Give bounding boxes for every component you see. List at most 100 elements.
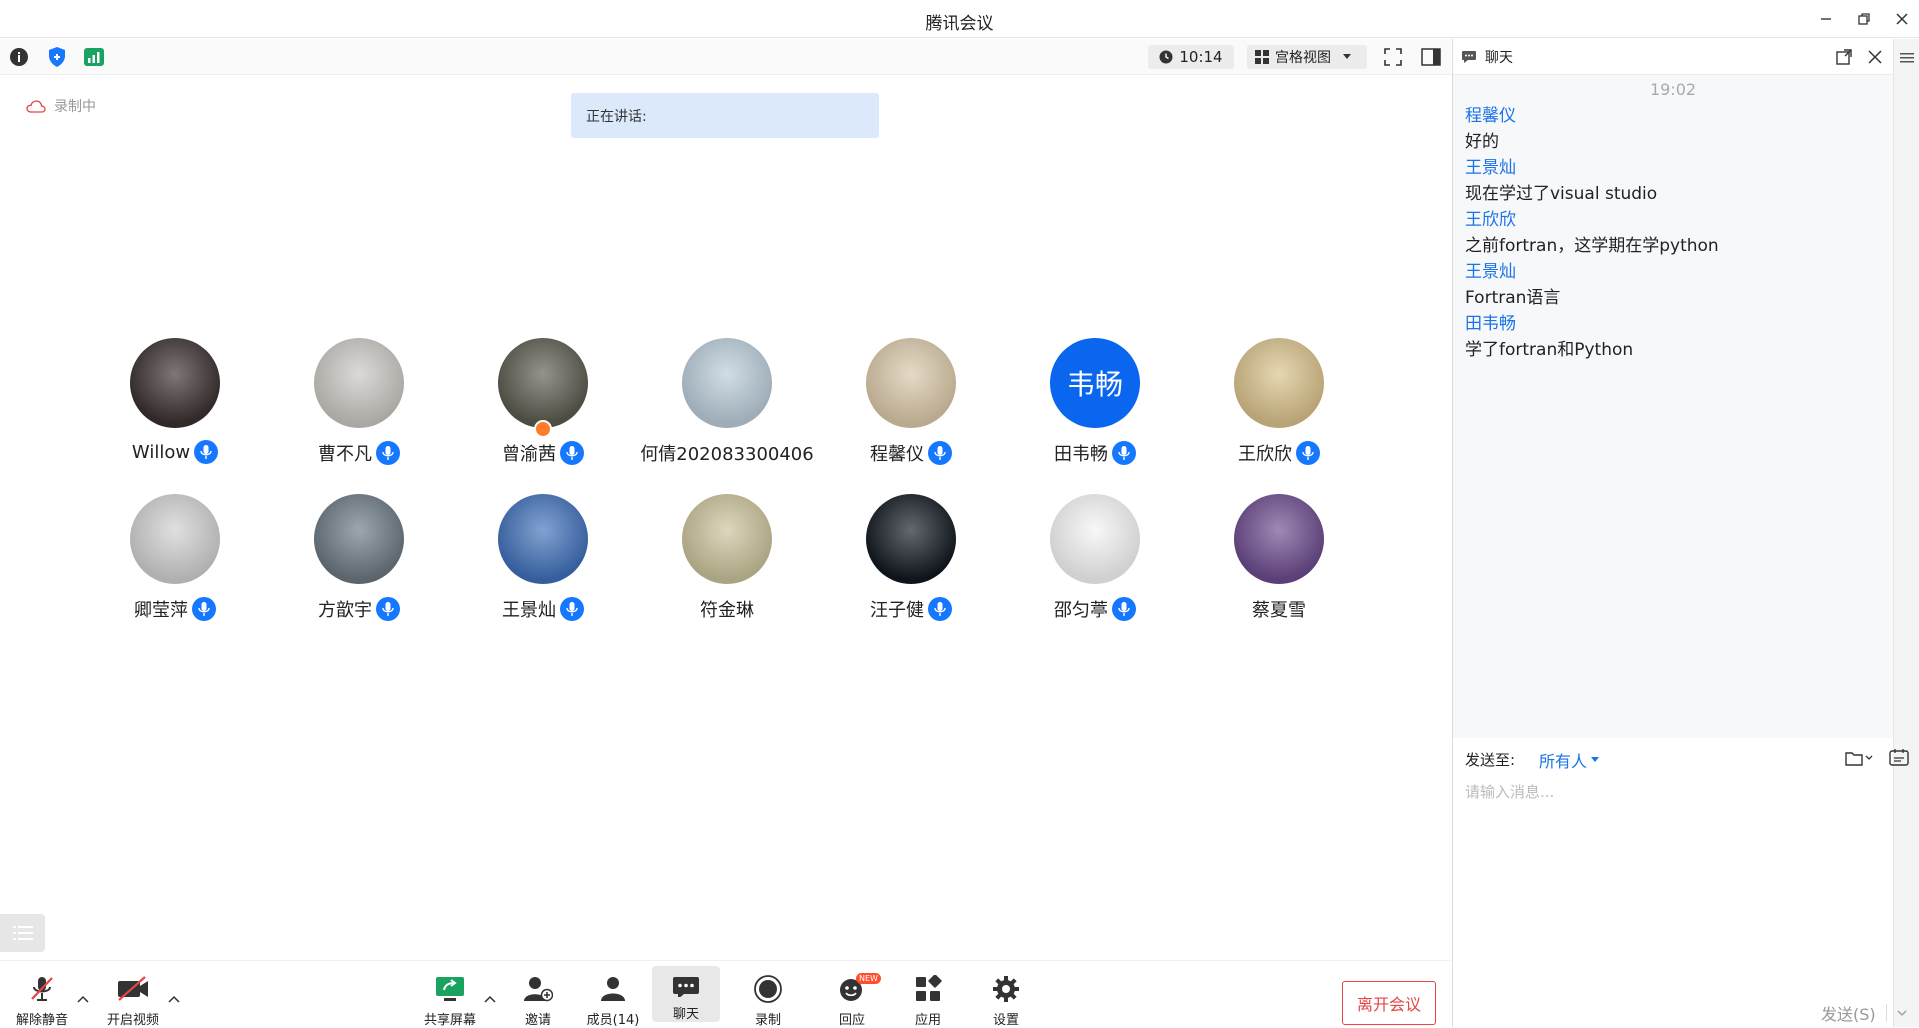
participant-tile[interactable]: 韦畅 田韦畅: [1015, 338, 1175, 466]
avatar-image: [498, 338, 588, 428]
participant-tile[interactable]: 程馨仪: [831, 338, 991, 466]
clock-icon: [1159, 50, 1173, 64]
message-sender[interactable]: 王景灿: [1465, 257, 1516, 282]
panel-menu-button[interactable]: [1900, 49, 1914, 68]
message-text: 好的: [1465, 132, 1499, 152]
leave-meeting-button[interactable]: 离开会议: [1342, 981, 1436, 1025]
toggle-sidebar-button[interactable]: [1420, 46, 1442, 68]
network-status-button[interactable]: [83, 46, 105, 68]
participant-tile[interactable]: 汪子健: [831, 494, 991, 622]
avatar-image: [130, 494, 220, 584]
minimize-button[interactable]: [1812, 6, 1840, 32]
avatar: [498, 494, 588, 584]
participant-name-row: Willow: [95, 440, 255, 464]
meeting-timer[interactable]: 10:14: [1148, 45, 1234, 69]
participant-tile[interactable]: 邵匀葶: [1015, 494, 1175, 622]
record-label: 录制: [754, 1013, 781, 1028]
invite-button[interactable]: 邀请: [518, 961, 558, 1028]
title-bar: 腾讯会议: [0, 0, 1919, 38]
participant-tile[interactable]: 方歆宇: [279, 494, 439, 622]
close-chat-button[interactable]: [1867, 49, 1883, 69]
participant-name-row: 王景灿: [463, 596, 623, 622]
participant-tile[interactable]: Willow: [95, 338, 255, 464]
avatar: [314, 338, 404, 428]
gear-icon: [993, 976, 1019, 1002]
members-button[interactable]: 成员(14): [582, 961, 644, 1028]
participant-tile[interactable]: 曾渝茜: [463, 338, 623, 466]
camera-off-icon: [118, 976, 148, 1001]
close-window-button[interactable]: [1888, 6, 1916, 32]
restore-button[interactable]: [1850, 6, 1878, 32]
share-options-caret[interactable]: [482, 991, 498, 1007]
send-button[interactable]: 发送(S): [1821, 1001, 1907, 1025]
participant-name-row: 程馨仪: [831, 440, 991, 466]
view-mode-dropdown[interactable]: 宫格视图: [1247, 45, 1367, 69]
file-button[interactable]: [1845, 750, 1873, 766]
speaking-label: 正在讲话:: [586, 109, 647, 125]
avatar-image: [682, 494, 772, 584]
avatar: [682, 494, 772, 584]
start-video-button[interactable]: 开启视频: [101, 961, 165, 1028]
send-to-label: 发送至:: [1465, 751, 1516, 769]
share-screen-button[interactable]: 共享屏幕: [418, 961, 482, 1028]
avatar: [130, 338, 220, 428]
participant-name: 邵匀葶: [1054, 600, 1108, 621]
participant-tile[interactable]: 何倩202083300406: [640, 338, 814, 466]
chat-label: 聊天: [672, 1007, 699, 1022]
mic-icon: [1296, 441, 1320, 465]
apps-button[interactable]: 应用: [906, 961, 950, 1028]
chevron-up-icon: [484, 995, 496, 1003]
announcement-button[interactable]: [1889, 748, 1909, 770]
signal-bars-icon: [84, 48, 104, 66]
chat-button[interactable]: 聊天: [652, 966, 720, 1022]
participant-name-row: 曾渝茜: [463, 440, 623, 466]
send-divider: [1885, 1004, 1887, 1022]
info-button[interactable]: [8, 46, 30, 68]
avatar: [314, 494, 404, 584]
participant-tile[interactable]: 王欣欣: [1199, 338, 1359, 466]
message-sender[interactable]: 程馨仪: [1465, 101, 1516, 126]
participant-list-toggle[interactable]: [0, 914, 45, 952]
chevron-up-icon: [77, 995, 89, 1003]
react-button[interactable]: 回应 NEW: [830, 961, 881, 1028]
folder-icon: [1845, 752, 1863, 766]
recipient-dropdown[interactable]: 所有人: [1539, 748, 1600, 772]
video-options-caret[interactable]: [166, 991, 182, 1007]
mic-icon: [928, 441, 952, 465]
members-icon: [601, 977, 625, 1001]
participant-name: 蔡夏雪: [1252, 600, 1306, 621]
chat-message-input[interactable]: [1465, 777, 1885, 807]
record-button[interactable]: 录制: [748, 961, 788, 1028]
meeting-controls: 解除静音 开启视频 共享屏幕 邀请 成员(14) 聊天 录制 回应 NEW 应用…: [0, 960, 1451, 1028]
settings-button[interactable]: 设置: [984, 961, 1028, 1028]
participant-tile[interactable]: 蔡夏雪: [1199, 494, 1359, 622]
message-sender[interactable]: 王欣欣: [1465, 205, 1516, 230]
message-text: 之前fortran，这学期在学python: [1465, 236, 1719, 256]
fullscreen-button[interactable]: [1382, 46, 1404, 68]
avatar-image: [1234, 494, 1324, 584]
participant-name-row: 王欣欣: [1199, 440, 1359, 466]
mic-icon: [376, 441, 400, 465]
popout-chat-button[interactable]: [1836, 49, 1852, 69]
share-screen-icon: [436, 977, 464, 1001]
security-button[interactable]: [46, 46, 68, 68]
audio-options-caret[interactable]: [75, 991, 91, 1007]
message-sender[interactable]: 田韦畅: [1465, 309, 1516, 334]
participant-name: 王景灿: [502, 600, 556, 621]
meeting-toolbar: 10:14 宫格视图: [0, 39, 1451, 75]
announcement-icon: [1889, 749, 1909, 766]
avatar: [498, 338, 588, 428]
participant-tile[interactable]: 符金琳: [647, 494, 807, 622]
participant-name: 汪子健: [870, 600, 924, 621]
participant-tile[interactable]: 王景灿: [463, 494, 623, 622]
avatar: [866, 494, 956, 584]
record-icon: [754, 975, 782, 1003]
unmute-button[interactable]: 解除静音: [12, 961, 72, 1028]
participant-name-row: 何倩202083300406: [640, 440, 813, 466]
panel-side-strip: [1893, 39, 1919, 1027]
participant-tile[interactable]: 卿莹萍: [95, 494, 255, 622]
host-badge-icon: [534, 420, 552, 438]
message-sender[interactable]: 王景灿: [1465, 153, 1516, 178]
caret-down-icon: [1591, 757, 1600, 762]
participant-tile[interactable]: 曹不凡: [279, 338, 439, 466]
